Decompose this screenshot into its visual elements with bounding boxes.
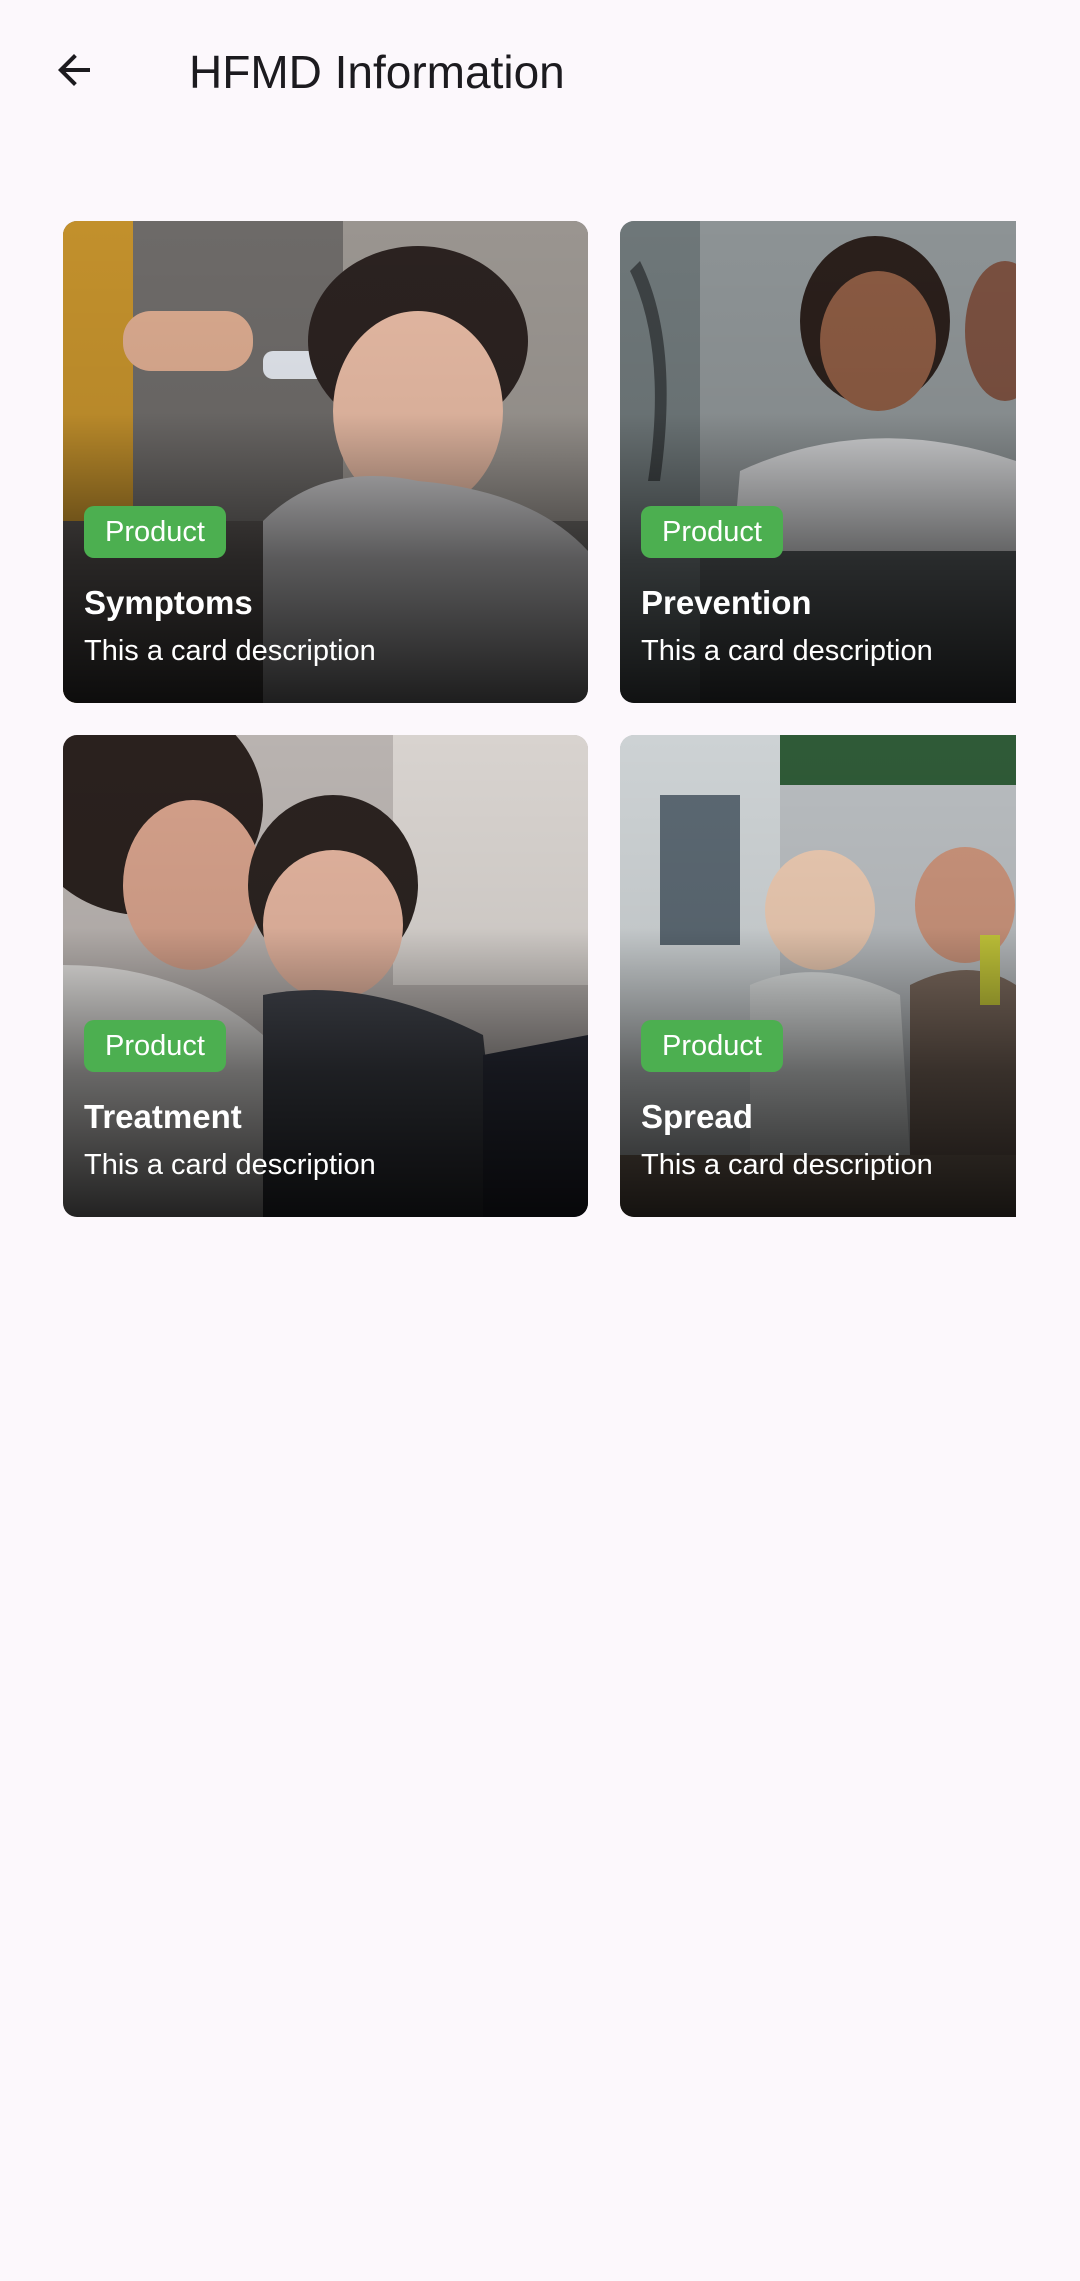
card-title: Prevention — [641, 584, 812, 621]
card-title: Symptoms — [84, 584, 253, 621]
card-title: Treatment — [84, 1098, 242, 1135]
product-badge: Product — [84, 1020, 226, 1072]
card-description: This a card description — [84, 635, 376, 667]
card-spread[interactable]: Product Spread This a card description — [620, 735, 1016, 1217]
card-prevention[interactable]: Product Prevention This a card descripti… — [620, 221, 1016, 703]
product-badge: Product — [84, 506, 226, 558]
card-grid: Product Symptoms This a card description… — [0, 0, 1080, 2281]
card-description: This a card description — [84, 1149, 376, 1181]
product-badge: Product — [641, 506, 783, 558]
card-title: Spread — [641, 1098, 753, 1135]
card-treatment[interactable]: Product Treatment This a card descriptio… — [63, 735, 588, 1217]
card-symptoms[interactable]: Product Symptoms This a card description — [63, 221, 588, 703]
product-badge: Product — [641, 1020, 783, 1072]
card-description: This a card description — [641, 635, 933, 667]
card-description: This a card description — [641, 1149, 933, 1181]
